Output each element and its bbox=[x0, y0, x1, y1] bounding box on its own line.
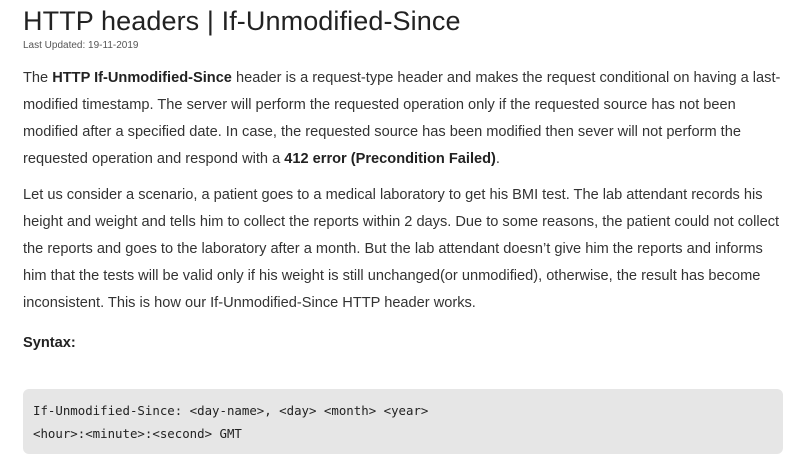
article: HTTP headers | If-Unmodified-Since Last … bbox=[23, 0, 788, 355]
page-title: HTTP headers | If-Unmodified-Since bbox=[23, 6, 461, 36]
intro-text-1: The bbox=[23, 70, 53, 86]
intro-bold-header-name: HTTP If-Unmodified-Since bbox=[52, 70, 232, 86]
code-line-1: If-Unmodified-Since: <day-name>, <day> <… bbox=[33, 403, 429, 418]
scenario-paragraph: Let us consider a scenario, a patient go… bbox=[23, 187, 780, 311]
intro-bold-error-code: 412 error (Precondition Failed) bbox=[284, 151, 496, 167]
intro-text-3: . bbox=[495, 151, 500, 167]
intro-paragraph: The HTTP If-Unmodified-Since header is a… bbox=[23, 65, 788, 173]
last-updated-date: Last Updated: 19-11-2019 bbox=[23, 40, 139, 51]
code-line-2: <hour>:<minute>:<second> GMT bbox=[33, 426, 242, 441]
syntax-code-block[interactable]: If-Unmodified-Since: <day-name>, <day> <… bbox=[23, 389, 783, 454]
syntax-heading: Syntax: bbox=[23, 335, 76, 351]
